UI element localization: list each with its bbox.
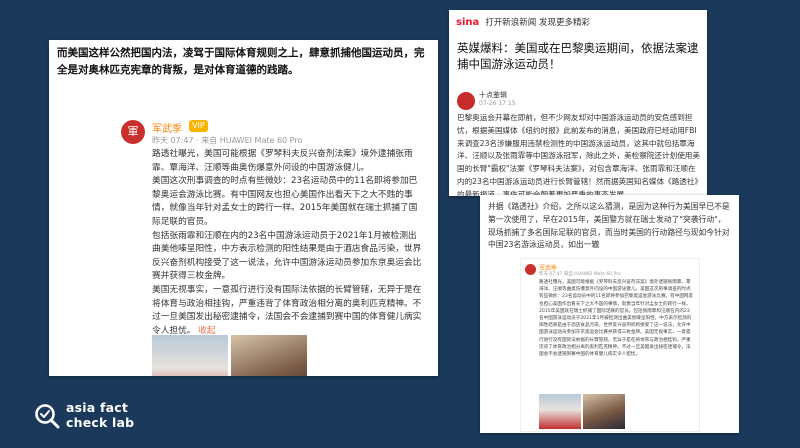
embedded-weibo-post: 军武季 昨天 07:47 来自 HUAWEI Mate 60 Pro 路透社曝光… [520, 258, 700, 432]
post-paragraph: 美国这次刑事调查的时点有些微妙：23名运动员中的11名即将参加巴黎奥运会游泳比赛… [152, 176, 418, 227]
article-time: 07-26 17:15 [479, 100, 516, 107]
post-image-man [583, 394, 625, 429]
sina-topbar[interactable]: sina 打开新浪新闻 发现更多精彩 [449, 10, 707, 34]
sina-article-card: sina 打开新浪新闻 发现更多精彩 英媒爆料：美国或在巴黎奥运期间，依据法案逮… [449, 10, 707, 196]
post-image-swimmers[interactable] [152, 335, 228, 376]
article-title: 英媒爆料：美国或在巴黎奥运期间，依据法案逮捕中国游泳运动员！ [457, 41, 699, 71]
post-meta: 昨天 07:47 来自 HUAWEI Mate 60 Pro [539, 272, 621, 277]
post-paragraph: 路透社曝光，美国可能根据《罗琴科夫反兴奋剂法案》境外逮捕张雨霏、覃海洋、汪顺等曲… [152, 149, 413, 173]
post-headline: 而美国这样公然把国内法，凌驾于国际体育规则之上，肆意抓捕他国运动员，完全是对奥林… [57, 47, 425, 76]
post-image-man[interactable] [231, 335, 307, 376]
post-body: 路透社曝光，美国可能根据《罗琴科夫反兴奋剂法案》境外逮捕张雨霏、覃海洋、汪顺等曲… [152, 148, 424, 338]
vip-badge: VIP [189, 120, 208, 132]
logo-line-1: asia fact [66, 400, 129, 415]
article-body: 巴黎奥运会开幕在即前，但不少网友却对中国游泳运动员的安危感到担忧，根据美国媒体《… [457, 113, 703, 196]
author-name[interactable]: 十点鉴辑 [479, 90, 507, 100]
author-avatar[interactable] [457, 92, 475, 110]
sina-open-app-text[interactable]: 打开新浪新闻 发现更多精彩 [485, 16, 590, 28]
weibo-post-card: 而美国这样公然把国内法，凌驾于国际体育规则之上，肆意抓捕他国运动员，完全是对奥林… [49, 40, 438, 376]
article-continuation-card: 并据《路透社》介绍，之所以这么猜测，是因为这种行为美国早已不是第一次使用了，早在… [480, 195, 739, 433]
avatar[interactable]: 軍 [121, 120, 145, 144]
username[interactable]: 军武季 [152, 120, 182, 135]
post-image-swimmers [539, 394, 581, 429]
asia-fact-check-lab-logo: asia fact check lab [34, 400, 164, 436]
avatar [525, 264, 536, 275]
logo-line-2: check lab [66, 415, 135, 430]
post-paragraph: 包括张雨霏和汪顺在内的23名中国游泳运动员于2021年1月被检测出曲美他嗪呈阳性… [152, 230, 422, 282]
magnifier-icon [35, 404, 60, 429]
post-meta: 昨天 07:47 · 来自 HUAWEI Mate 60 Pro [152, 136, 303, 145]
post-paragraph: 美国无视事实，一意孤行进行没有国际法依据的长臂管辖，无异于是在将体育与政治相挂钩… [152, 284, 424, 338]
sina-logo: sina [456, 16, 480, 28]
post-paragraph-text: 美国无视事实，一意孤行进行没有国际法依据的长臂管辖，无异于是在将体育与政治相挂钩… [152, 284, 422, 336]
post-body: 路透社曝光，美国可能根据《罗琴科夫反兴奋剂法案》境外逮捕张雨霏、覃海洋、汪顺等曲… [539, 280, 694, 358]
article-body-continued: 并据《路透社》介绍，之所以这么猜测，是因为这种行为美国早已不是第一次使用了，早在… [488, 202, 730, 250]
